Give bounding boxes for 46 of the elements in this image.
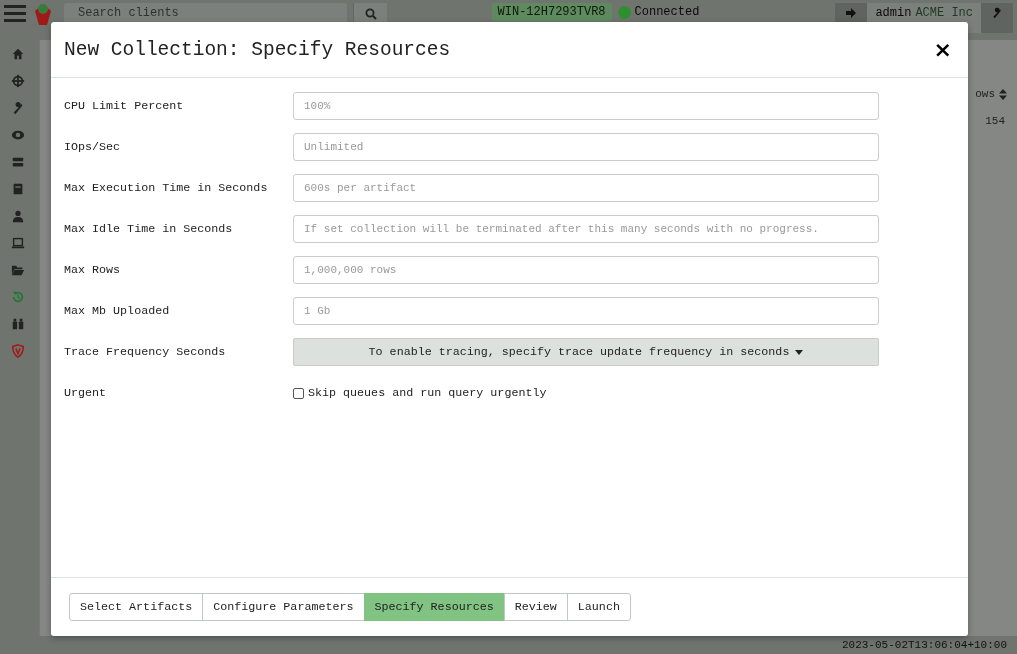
folder-icon[interactable] xyxy=(10,263,25,277)
input-field[interactable]: 1 Gb xyxy=(293,297,879,325)
settings-button[interactable] xyxy=(981,3,1013,33)
field-label: Max Execution Time in Seconds xyxy=(64,181,269,195)
trace-frequency-dropdown[interactable]: To enable tracing, specify trace update frequency in seconds xyxy=(293,338,879,366)
connection-status: Connected xyxy=(634,5,700,19)
field-label: Trace Frequency Seconds xyxy=(64,345,227,359)
close-button[interactable]: × xyxy=(929,38,956,61)
step-tab[interactable]: Launch xyxy=(566,593,631,621)
home-icon[interactable] xyxy=(10,47,25,61)
menu-icon[interactable] xyxy=(4,3,26,23)
sort-icon[interactable] xyxy=(999,88,1007,100)
logo-icon xyxy=(32,3,54,27)
sign-out-icon xyxy=(845,7,858,19)
field-label: Max Rows xyxy=(64,263,122,277)
field-label: Max Idle Time in Seconds xyxy=(64,222,234,236)
username: admin xyxy=(874,5,913,20)
timestamp: 2023-05-02T13:06:04+10:00 xyxy=(841,639,1007,651)
field-label: IOps/Sec xyxy=(64,140,122,154)
step-tab[interactable]: Review xyxy=(503,593,568,621)
server-icon[interactable] xyxy=(10,155,25,169)
step-tab[interactable]: Select Artifacts xyxy=(69,593,204,621)
input-field[interactable]: 1,000,000 rows xyxy=(293,256,879,284)
input-field[interactable]: 600s per artifact xyxy=(293,174,879,202)
step-tab[interactable]: Specify Resources xyxy=(363,593,505,621)
input-field[interactable]: If set collection will be terminated after this many seconds with no progress. xyxy=(293,215,879,243)
checkbox[interactable] xyxy=(293,387,304,399)
org-name: ACME Inc xyxy=(915,5,974,20)
user-icon[interactable] xyxy=(10,209,25,223)
table-cell: 154 xyxy=(985,115,1005,127)
field-label: CPU Limit Percent xyxy=(64,99,185,113)
dialog-title: New Collection: Specify Resources xyxy=(64,38,451,61)
laptop-icon[interactable] xyxy=(10,236,25,250)
checkbox-label: Skip queues and run query urgently xyxy=(308,386,547,400)
binoculars-icon[interactable] xyxy=(10,317,25,331)
eye-icon[interactable] xyxy=(10,128,25,142)
search-icon xyxy=(364,8,377,20)
field-label: Urgent xyxy=(64,386,108,400)
crosshair-icon[interactable] xyxy=(10,74,25,88)
input-field[interactable]: Unlimited xyxy=(293,133,879,161)
caret-icon xyxy=(795,349,804,355)
step-tab[interactable]: Configure Parameters xyxy=(202,593,365,621)
field-label: Max Mb Uploaded xyxy=(64,304,171,318)
column-header: ows xyxy=(975,88,995,100)
host-badge: WIN-12H7293TVR8 xyxy=(491,3,612,21)
input-field[interactable]: 100% xyxy=(293,92,879,120)
